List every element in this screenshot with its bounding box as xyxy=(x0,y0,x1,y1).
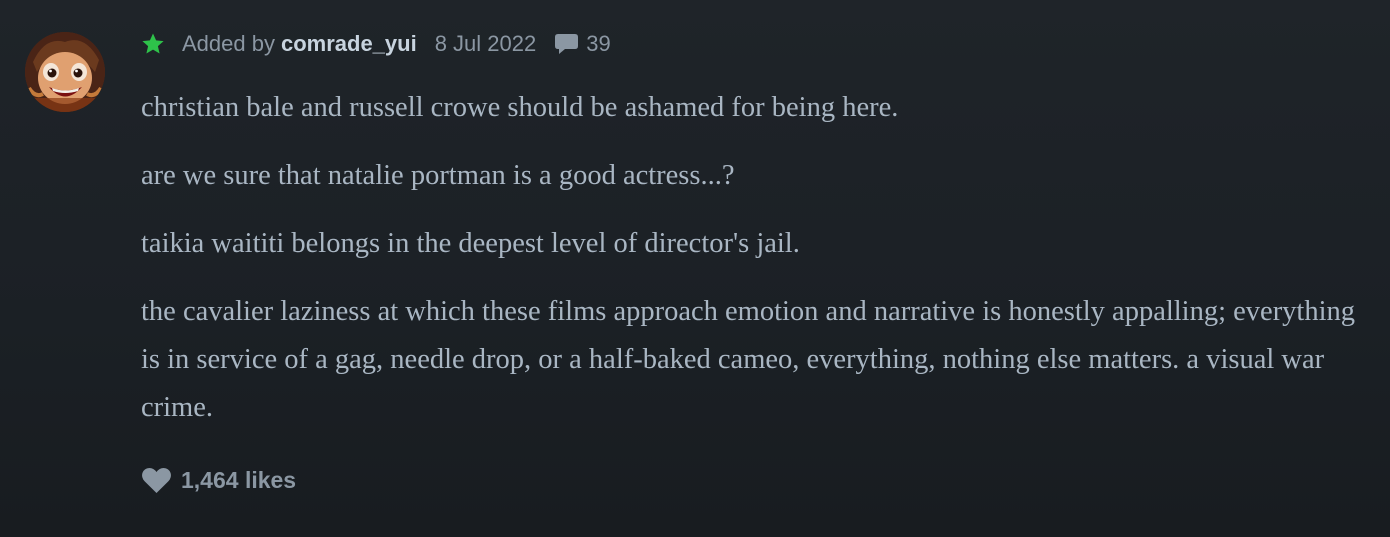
review-meta: Added by comrade_yui 8 Jul 2022 39 xyxy=(141,29,611,59)
avatar[interactable] xyxy=(25,32,105,112)
review-date: 8 Jul 2022 xyxy=(434,31,537,56)
review-card: Added by comrade_yui 8 Jul 2022 39 chris… xyxy=(0,0,1390,537)
likes-count: 1,464 likes xyxy=(181,466,297,493)
review-paragraph: taikia waititi belongs in the deepest le… xyxy=(141,228,800,259)
avatar-image xyxy=(25,32,105,112)
comments-link[interactable]: 39 xyxy=(553,31,611,57)
star-icon xyxy=(141,32,165,56)
review-paragraph: the cavalier laziness at which these fil… xyxy=(141,296,1356,423)
heart-icon xyxy=(141,467,172,494)
username-link[interactable]: comrade_yui xyxy=(281,31,417,57)
comment-count: 39 xyxy=(586,31,611,56)
like-button[interactable]: 1,464 likes xyxy=(141,463,296,497)
comment-icon xyxy=(553,31,580,57)
review-paragraph: christian bale and russell crowe should … xyxy=(141,92,899,123)
review-paragraph: are we sure that natalie portman is a go… xyxy=(141,160,735,191)
review-body: christian bale and russell crowe should … xyxy=(141,84,1361,452)
added-by-label: Added by xyxy=(182,31,275,56)
